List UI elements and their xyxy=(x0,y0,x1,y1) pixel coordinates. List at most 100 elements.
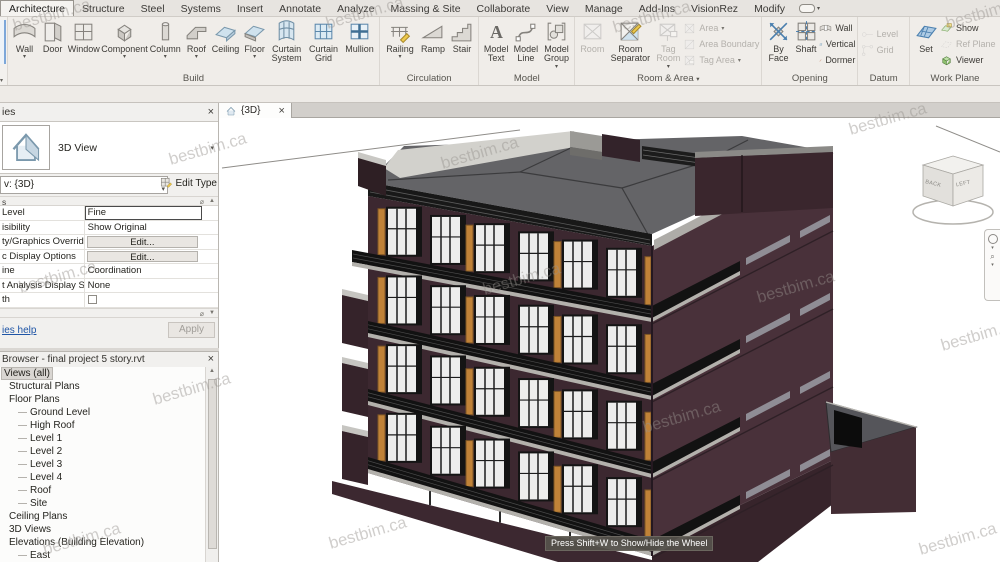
sun-path-checkbox[interactable] xyxy=(87,295,97,304)
window-button[interactable]: Window xyxy=(66,18,101,54)
options-bar xyxy=(0,86,1000,103)
modify-select-sliver[interactable]: ▾ xyxy=(0,17,8,85)
scroll-up-icon[interactable]: ▲ xyxy=(209,198,215,204)
door-button[interactable]: Door xyxy=(39,18,66,54)
model-group-button[interactable]: Model Group ▾ xyxy=(541,18,573,70)
section-header-graphics[interactable]: s ⌀ ▲ xyxy=(0,196,218,207)
detail-level-value[interactable]: Fine xyxy=(84,206,203,220)
properties-help-link[interactable]: ies help xyxy=(2,325,36,336)
railing-button[interactable]: Railing ▾ xyxy=(382,18,418,60)
close-icon[interactable]: × xyxy=(278,105,284,117)
analysis-display-style-value[interactable]: None xyxy=(85,279,202,293)
browser-item[interactable]: 3D Views xyxy=(0,523,205,536)
curtain-system-button[interactable]: Curtain System xyxy=(268,18,305,64)
ref-plane-button[interactable]: Ref Plane xyxy=(940,36,998,52)
edit-type-icon xyxy=(161,177,173,188)
tag-area-button[interactable]: Tag Area ▾ xyxy=(683,52,759,68)
ribbon-tab-view[interactable]: View xyxy=(538,0,577,16)
ribbon-tab-massing-site[interactable]: Massing & Site xyxy=(383,0,469,16)
ribbon-tab-analyze[interactable]: Analyze xyxy=(329,0,382,16)
area-button[interactable]: Area ▾ xyxy=(683,20,759,36)
show-icon xyxy=(940,22,953,35)
discipline-value[interactable]: Coordination xyxy=(85,264,202,278)
panel-build: Wall ▾ Door Window Component ▾ Column ▾ Roo… xyxy=(8,17,380,85)
ribbon-tab-architecture[interactable]: Architecture xyxy=(0,0,75,16)
wall-button[interactable]: Wall ▾ xyxy=(10,18,39,60)
level-button[interactable]: Level xyxy=(861,26,907,42)
drawing-area[interactable]: {3D} × BACK LEFT ▾ ⌕ ▾ Press Shift+W to … xyxy=(219,103,1000,562)
chevron-down-icon[interactable]: ▾ xyxy=(210,144,214,152)
view-tab-3d[interactable]: {3D} × xyxy=(219,103,292,118)
tag-room-button[interactable]: Tag Room ▾ xyxy=(653,18,683,70)
column-button[interactable]: Column ▾ xyxy=(148,18,183,60)
stair-button[interactable]: Stair xyxy=(448,18,476,54)
browser-item[interactable]: East xyxy=(0,549,205,562)
model-text-icon: A xyxy=(484,19,509,44)
parts-visibility-value[interactable]: Show Original xyxy=(85,221,202,235)
room-button[interactable]: Room xyxy=(577,18,607,54)
edit-type-button[interactable]: Edit Type xyxy=(160,177,217,190)
ramp-button[interactable]: Ramp xyxy=(418,18,448,54)
browser-item[interactable]: Elevations (Building Elevation) xyxy=(0,536,205,549)
viewcube[interactable] xyxy=(912,155,994,225)
vertical-opening-button[interactable]: Vertical xyxy=(819,36,855,52)
ribbon-tab-collaborate[interactable]: Collaborate xyxy=(469,0,539,16)
view-selector-combobox[interactable]: v: {3D} ▾ xyxy=(0,176,168,194)
browser-item[interactable]: Views (all) xyxy=(0,367,205,380)
browser-item[interactable]: Level 1 xyxy=(0,432,205,445)
visibility-overrides-edit-button[interactable]: Edit... xyxy=(86,236,199,248)
model-text-button[interactable]: A Model Text xyxy=(481,18,511,64)
rooftop-structure[interactable] xyxy=(695,152,833,216)
ribbon-tab-modify[interactable]: Modify xyxy=(746,0,793,16)
section-header-bottom[interactable]: ⌀ ▼ xyxy=(0,307,218,318)
roof-button[interactable]: Roof ▾ xyxy=(183,18,210,60)
ribbon-tab-systems[interactable]: Systems xyxy=(173,0,229,16)
browser-item[interactable]: Ground Level xyxy=(0,406,205,419)
scroll-down-icon[interactable]: ▼ xyxy=(209,310,215,316)
browser-item[interactable]: Structural Plans xyxy=(0,380,205,393)
browser-item[interactable]: Level 3 xyxy=(0,458,205,471)
browser-scrollbar[interactable]: ▲ xyxy=(205,367,218,562)
modify-panel-dropdown[interactable]: ▾ xyxy=(793,0,826,16)
browser-item[interactable]: Level 2 xyxy=(0,445,205,458)
tag-room-icon xyxy=(656,19,681,44)
wall-opening-button[interactable]: Wall xyxy=(819,20,855,36)
scroll-thumb[interactable] xyxy=(207,379,217,549)
area-boundary-button[interactable]: Area Boundary xyxy=(683,36,759,52)
navigation-bar[interactable]: ▾ ⌕ ▾ xyxy=(984,229,1000,301)
ceiling-button[interactable]: Ceiling xyxy=(210,18,241,54)
grid-button[interactable]: Grid xyxy=(861,42,907,58)
floor-button[interactable]: Floor ▾ xyxy=(241,18,268,60)
type-selector[interactable]: 3D View ▾ xyxy=(0,121,218,174)
component-button[interactable]: Component ▾ xyxy=(101,18,148,60)
apply-button[interactable]: Apply xyxy=(168,321,215,338)
browser-item[interactable]: Roof xyxy=(0,484,205,497)
viewer-button[interactable]: Viewer xyxy=(940,52,998,68)
ribbon-tab-annotate[interactable]: Annotate xyxy=(271,0,329,16)
floor-icon xyxy=(242,19,267,44)
by-face-button[interactable]: By Face xyxy=(764,18,792,64)
mullion-button[interactable]: Mullion xyxy=(342,18,377,54)
browser-item[interactable]: Floor Plans xyxy=(0,393,205,406)
ribbon-tab-visionrez[interactable]: VisionRez xyxy=(683,0,746,16)
close-icon[interactable]: × xyxy=(208,103,214,121)
ribbon-tab-insert[interactable]: Insert xyxy=(229,0,271,16)
ribbon-tab-steel[interactable]: Steel xyxy=(133,0,173,16)
ribbon-tab-structure[interactable]: Structure xyxy=(74,0,133,16)
curtain-grid-button[interactable]: Curtain Grid xyxy=(305,18,342,64)
browser-item[interactable]: High Roof xyxy=(0,419,205,432)
ribbon-tab-add-ins[interactable]: Add-Ins xyxy=(631,0,683,16)
ribbon-tab-manage[interactable]: Manage xyxy=(577,0,631,16)
dormer-button[interactable]: Dormer xyxy=(819,52,855,68)
room-separator-button[interactable]: Room Separator xyxy=(607,18,653,64)
browser-item[interactable]: Ceiling Plans xyxy=(0,510,205,523)
shaft-button[interactable]: Shaft xyxy=(793,18,820,54)
display-options-edit-button[interactable]: Edit... xyxy=(86,250,199,263)
model-line-button[interactable]: Model Line xyxy=(511,18,541,64)
browser-item[interactable]: Site xyxy=(0,497,205,510)
close-icon[interactable]: × xyxy=(208,352,214,367)
3d-model-view[interactable] xyxy=(219,103,1000,562)
browser-item[interactable]: Level 4 xyxy=(0,471,205,484)
set-button[interactable]: Set xyxy=(912,18,940,54)
show-button[interactable]: Show xyxy=(940,20,998,36)
